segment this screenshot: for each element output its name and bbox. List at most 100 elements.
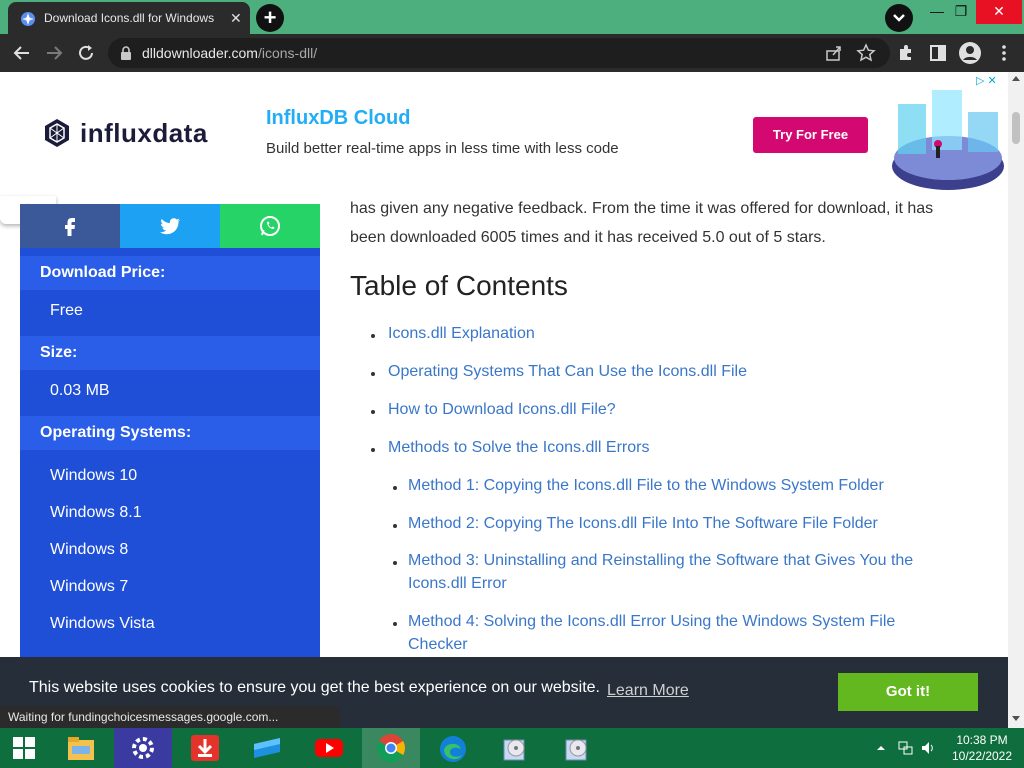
toc-link-explanation[interactable]: Icons.dll Explanation (388, 322, 535, 345)
vertical-scrollbar[interactable] (1008, 72, 1024, 728)
clock-time: 10:38 PM (956, 733, 1008, 747)
os-item: Windows 7 (50, 578, 129, 595)
bullet (371, 334, 375, 338)
influxdata-logo-icon (45, 119, 69, 147)
taskbar-settings[interactable] (114, 728, 172, 768)
site-favicon-icon (21, 12, 35, 26)
browser-tab[interactable]: Download Icons.dll for Windows ✕ (8, 2, 250, 34)
twitter-icon (160, 218, 180, 235)
download-price-label: Download Price: (20, 256, 320, 290)
download-manager-icon (191, 735, 219, 761)
bullet (371, 448, 375, 452)
taskbar-chrome[interactable] (362, 728, 420, 768)
ad-cta-button[interactable]: Try For Free (753, 117, 868, 153)
dll-info-sidebar: Download Price: Free Size: 0.03 MB Opera… (20, 248, 320, 728)
toc-link-methods[interactable]: Methods to Solve the Icons.dll Errors (388, 436, 649, 459)
share-twitter-button[interactable] (120, 204, 220, 248)
new-tab-button[interactable]: + (256, 4, 284, 32)
ad-brand: influxdata (80, 118, 208, 148)
cookie-message: This website uses cookies to ensure you … (29, 679, 600, 696)
got-it-button[interactable]: Got it! (838, 673, 978, 711)
settings-app-icon (132, 737, 154, 759)
chevron-down-icon (893, 14, 905, 22)
tab-search-button[interactable] (885, 4, 913, 32)
taskbar-file-explorer[interactable] (52, 728, 108, 768)
toc-link-operating-systems[interactable]: Operating Systems That Can Use the Icons… (388, 360, 747, 383)
taskbar-installer-2[interactable] (548, 728, 604, 768)
installer-icon (503, 739, 525, 761)
ad-choices-icon[interactable]: ▷ ✕ (976, 74, 1004, 88)
file-explorer-icon (68, 737, 94, 760)
toc-link-method-1[interactable]: Method 1: Copying the Icons.dll File to … (408, 474, 884, 497)
taskbar-edge[interactable] (424, 728, 480, 768)
network-icon[interactable] (898, 740, 914, 756)
tab-title: Download Icons.dll for Windows (44, 11, 215, 25)
clock-date: 10/22/2022 (951, 749, 1013, 763)
system-clock[interactable]: 10:38 PM 10/22/2022 (944, 732, 1020, 764)
taskbar-tablet-app[interactable] (238, 728, 294, 768)
toc-link-method-4-cont[interactable]: Checker (408, 633, 468, 656)
window-close-button[interactable]: ✕ (976, 0, 1022, 24)
taskbar-download-manager[interactable] (176, 728, 232, 768)
scroll-up-icon[interactable] (1012, 76, 1020, 81)
restore-button[interactable]: ❐ (944, 0, 978, 24)
toc-link-method-2[interactable]: Method 2: Copying The Icons.dll File Int… (408, 512, 878, 535)
scroll-down-icon[interactable] (1012, 716, 1020, 721)
os-item: Windows 10 (50, 467, 138, 484)
size-value: 0.03 MB (50, 382, 110, 399)
address-bar[interactable]: dlldownloader.com/icons-dll/ (108, 38, 890, 68)
bullet (371, 410, 375, 414)
toc-link-method-3[interactable]: Method 3: Uninstalling and Reinstalling … (408, 549, 913, 572)
start-button[interactable] (0, 728, 48, 768)
download-price-value: Free (50, 302, 83, 319)
tab-close-icon[interactable]: ✕ (230, 11, 244, 25)
bullet (393, 561, 397, 565)
url-text: dlldownloader.com/icons-dll/ (142, 45, 318, 61)
size-label: Size: (20, 336, 320, 370)
toc-link-method-3-cont[interactable]: Icons.dll Error (408, 572, 507, 595)
bullet (371, 372, 375, 376)
facebook-icon (65, 218, 75, 236)
menu-kebab-icon[interactable] (994, 43, 1014, 63)
reload-icon[interactable] (74, 41, 98, 65)
browser-toolbar: dlldownloader.com/icons-dll/ (0, 34, 1024, 72)
ad-illustration-icon (892, 90, 1004, 190)
side-panel-icon[interactable] (928, 43, 948, 63)
bullet (393, 524, 397, 528)
taskbar-youtube[interactable] (300, 728, 356, 768)
whatsapp-icon (260, 216, 280, 236)
os-label: Operating Systems: (20, 416, 320, 450)
share-whatsapp-button[interactable] (220, 204, 320, 248)
os-item: Windows 8.1 (50, 504, 142, 521)
profile-avatar-icon[interactable] (958, 41, 982, 65)
toc-heading: Table of Contents (350, 270, 568, 301)
tray-chevron-up-icon[interactable] (876, 744, 886, 752)
article-paragraph-line: has given any negative feedback. From th… (350, 200, 934, 217)
page-viewport: influxdata InfluxDB Cloud Build better r… (0, 72, 1008, 728)
forward-arrow-icon[interactable] (42, 41, 66, 65)
ad-banner[interactable]: influxdata InfluxDB Cloud Build better r… (0, 72, 1008, 196)
os-item: Windows 8 (50, 541, 129, 558)
share-facebook-button[interactable] (20, 204, 120, 248)
ad-headline[interactable]: InfluxDB Cloud (266, 107, 410, 130)
toc-link-how-to-download[interactable]: How to Download Icons.dll File? (388, 398, 616, 421)
windows-taskbar: 10:38 PM 10/22/2022 (0, 728, 1024, 768)
tablet-app-icon (254, 738, 280, 758)
extensions-icon[interactable] (896, 43, 916, 63)
toc-link-method-4[interactable]: Method 4: Solving the Icons.dll Error Us… (408, 610, 895, 633)
back-arrow-icon[interactable] (10, 41, 34, 65)
scroll-thumb[interactable] (1012, 112, 1020, 144)
youtube-icon (315, 739, 343, 757)
status-bubble: Waiting for fundingchoicesmessages.googl… (0, 706, 340, 728)
browser-tab-strip: Download Icons.dll for Windows ✕ + — ❐ ✕ (0, 0, 1024, 34)
learn-more-link[interactable]: Learn More (607, 682, 689, 700)
lock-icon[interactable] (120, 46, 132, 60)
edge-icon (440, 736, 466, 762)
share-icon[interactable] (824, 43, 844, 63)
taskbar-installer-1[interactable] (486, 728, 542, 768)
bookmark-star-icon[interactable] (856, 43, 876, 63)
chrome-icon (376, 734, 405, 763)
volume-icon[interactable] (920, 740, 936, 756)
installer-icon (565, 739, 587, 761)
windows-start-icon (13, 737, 35, 759)
